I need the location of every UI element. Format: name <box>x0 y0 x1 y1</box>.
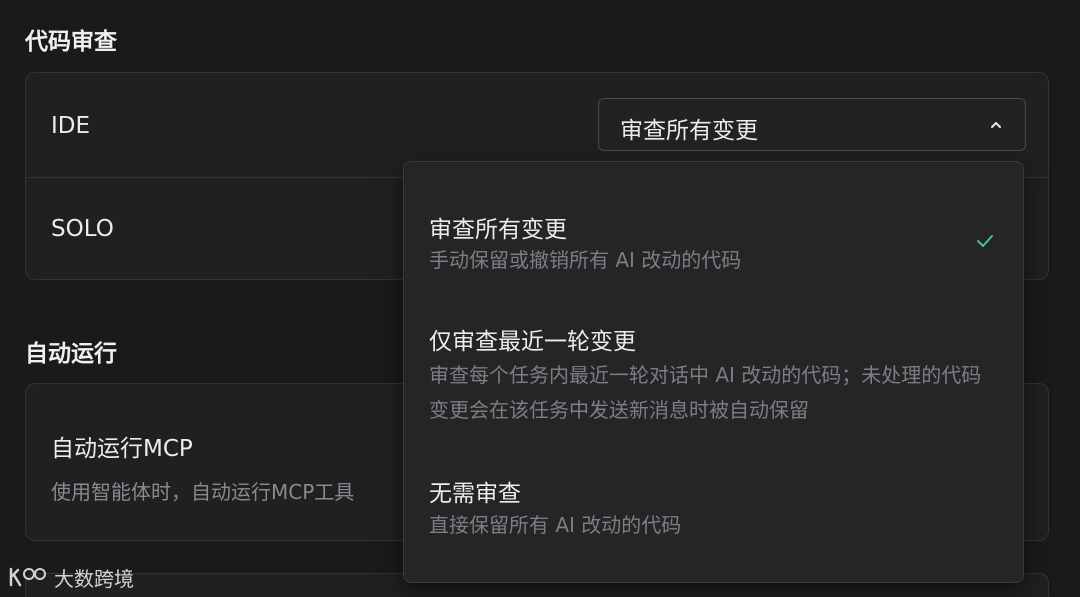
dropdown-option-no-review[interactable]: 无需审查 直接保留所有 AI 改动的代码 <box>404 462 1023 552</box>
dropdown-option-review-latest[interactable]: 仅审查最近一轮变更 审查每个任务内最近一轮对话中 AI 改动的代码；未处理的代码… <box>404 312 1023 432</box>
watermark-text: 大数跨境 <box>54 566 134 591</box>
watermark-logo-icon <box>9 567 46 587</box>
auto-run-mcp-description: 使用智能体时，自动运行MCP工具 <box>51 480 355 504</box>
row-label-auto-run-mcp: 自动运行MCP <box>51 436 193 462</box>
review-mode-dropdown: 审查所有变更 手动保留或撤销所有 AI 改动的代码 仅审查最近一轮变更 审查每个… <box>403 161 1024 583</box>
review-mode-select[interactable]: 审查所有变更 <box>598 98 1026 151</box>
option-title: 无需审查 <box>429 481 521 507</box>
option-description: 直接保留所有 AI 改动的代码 <box>429 513 682 537</box>
row-label-ide: IDE <box>51 113 91 139</box>
option-description: 审查每个任务内最近一轮对话中 AI 改动的代码；未处理的代码变更会在该任务中发送… <box>429 363 982 422</box>
check-icon <box>977 235 993 247</box>
section-title-auto-run: 自动运行 <box>25 341 117 367</box>
chevron-up-icon <box>991 122 1001 128</box>
option-title: 审查所有变更 <box>429 217 567 243</box>
watermark: 大数跨境 <box>8 563 134 591</box>
select-value: 审查所有变更 <box>620 118 758 144</box>
section-title-code-review: 代码审查 <box>25 29 117 55</box>
settings-page: 代码审查 IDE 审查所有变更 SOLO 自动运行 自动运行MCP 使用智能体时… <box>0 0 1080 597</box>
dropdown-option-review-all[interactable]: 审查所有变更 手动保留或撤销所有 AI 改动的代码 <box>404 192 1023 292</box>
option-title: 仅审查最近一轮变更 <box>429 329 636 355</box>
row-label-solo: SOLO <box>51 216 114 242</box>
option-description: 手动保留或撤销所有 AI 改动的代码 <box>429 248 742 272</box>
